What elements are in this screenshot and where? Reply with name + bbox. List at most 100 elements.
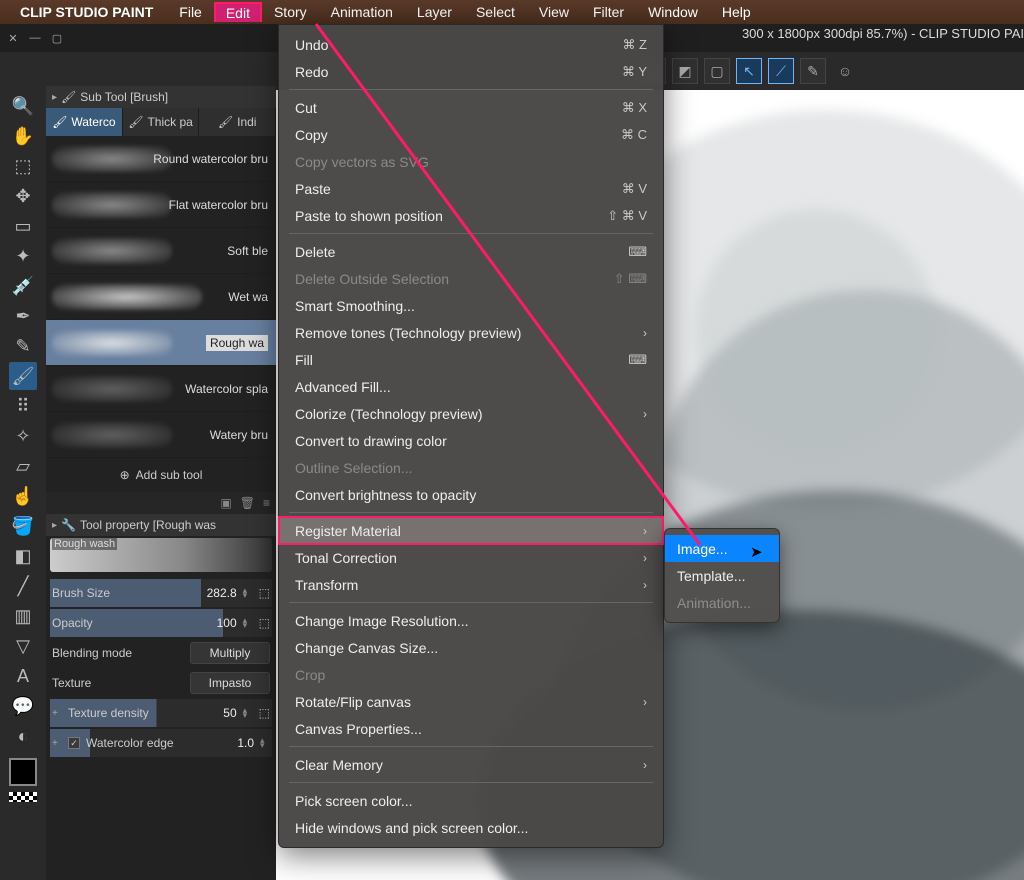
- brush-watercolor-splash[interactable]: Watercolor spla: [46, 366, 276, 412]
- brush-tool-icon[interactable]: 🖌: [9, 362, 37, 390]
- eraser-tool-icon[interactable]: ▱: [9, 452, 37, 480]
- texture-dropdown[interactable]: Impasto: [190, 672, 270, 694]
- move-tool-icon[interactable]: ✥: [9, 182, 37, 210]
- link-icon[interactable]: ⬚: [259, 706, 270, 720]
- tool-property-header[interactable]: ▸ 🔧 Tool property [Rough was: [46, 514, 276, 536]
- menu-item-undo[interactable]: Undo⌘ Z: [279, 31, 663, 58]
- menu-item-paste[interactable]: Paste⌘ V: [279, 175, 663, 202]
- wand-tool-icon[interactable]: ✦: [9, 242, 37, 270]
- stepper-icon[interactable]: ▴▾: [260, 738, 270, 748]
- prop-opacity[interactable]: Opacity 100 ▴▾ ⬚: [46, 608, 276, 638]
- menu-item-paste-to-shown-position[interactable]: Paste to shown position⇧ ⌘ V: [279, 202, 663, 229]
- tab-watercolor[interactable]: 🖌Waterco: [46, 108, 123, 136]
- blend-tool-icon[interactable]: ☝: [9, 482, 37, 510]
- add-sub-tool-button[interactable]: ⊕ Add sub tool: [46, 458, 276, 492]
- watercolor-edge-checkbox[interactable]: ✓: [68, 737, 80, 749]
- tab-thick-paint[interactable]: 🖌Thick pa: [123, 108, 200, 136]
- prop-brush-size[interactable]: Brush Size 282.8 ▴▾ ⬚: [46, 578, 276, 608]
- submenu-item-image[interactable]: Image...: [665, 535, 779, 562]
- menu-item-pick-screen-color[interactable]: Pick screen color...: [279, 787, 663, 814]
- link-icon[interactable]: ⬚: [259, 616, 270, 630]
- menu-item-convert-to-drawing-color[interactable]: Convert to drawing color: [279, 427, 663, 454]
- menu-item-smart-smoothing[interactable]: Smart Smoothing...: [279, 292, 663, 319]
- prop-watercolor-edge[interactable]: + ✓ Watercolor edge 1.0 ▴▾: [46, 728, 276, 758]
- menu-item-delete[interactable]: Delete⌨: [279, 238, 663, 265]
- menu-item-change-canvas-size[interactable]: Change Canvas Size...: [279, 634, 663, 661]
- text-tool-icon[interactable]: A: [9, 662, 37, 690]
- menu-item-transform[interactable]: Transform›: [279, 571, 663, 598]
- blending-mode-dropdown[interactable]: Multiply: [190, 642, 270, 664]
- figure-tool-icon[interactable]: ╱: [9, 572, 37, 600]
- menu-item-register-material[interactable]: Register Material›: [279, 517, 663, 544]
- menu-item-cut[interactable]: Cut⌘ X: [279, 94, 663, 121]
- menu-item-change-image-resolution[interactable]: Change Image Resolution...: [279, 607, 663, 634]
- brush-flat-watercolor[interactable]: Flat watercolor bru: [46, 182, 276, 228]
- brush-round-watercolor[interactable]: Round watercolor bru: [46, 136, 276, 182]
- brush-soft-bleed[interactable]: Soft ble: [46, 228, 276, 274]
- menu-edit[interactable]: Edit: [214, 2, 262, 22]
- menu-item-redo[interactable]: Redo⌘ Y: [279, 58, 663, 85]
- maximize-icon[interactable]: ▢: [50, 31, 64, 45]
- toolbar-btn-5[interactable]: ⟋: [768, 58, 794, 84]
- menu-animation[interactable]: Animation: [319, 1, 405, 23]
- decoration-tool-icon[interactable]: ✧: [9, 422, 37, 450]
- menu-help[interactable]: Help: [710, 1, 763, 23]
- close-icon[interactable]: ✕: [6, 31, 20, 45]
- toolbar-btn-6[interactable]: ✎: [800, 58, 826, 84]
- toolbar-btn-2[interactable]: ◩: [672, 58, 698, 84]
- menu-item-advanced-fill[interactable]: Advanced Fill...: [279, 373, 663, 400]
- toolbar-btn-3[interactable]: ▢: [704, 58, 730, 84]
- pen-tool-icon[interactable]: ✒: [9, 302, 37, 330]
- airbrush-tool-icon[interactable]: ⠿: [9, 392, 37, 420]
- gradient-tool-icon[interactable]: ◧: [9, 542, 37, 570]
- expand-icon[interactable]: +: [52, 708, 62, 719]
- brush-rough-wash[interactable]: Rough wa: [46, 320, 276, 366]
- link-icon[interactable]: ⬚: [259, 586, 270, 600]
- brush-wet-wash[interactable]: Wet wa: [46, 274, 276, 320]
- menu-icon[interactable]: ≡: [263, 496, 270, 510]
- menu-window[interactable]: Window: [636, 1, 710, 23]
- fill-tool-icon[interactable]: 🪣: [9, 512, 37, 540]
- menu-item-canvas-properties[interactable]: Canvas Properties...: [279, 715, 663, 742]
- prop-texture-density[interactable]: + Texture density 50 ▴▾ ⬚: [46, 698, 276, 728]
- menu-view[interactable]: View: [527, 1, 581, 23]
- stepper-icon[interactable]: ▴▾: [243, 618, 253, 628]
- eyedropper-tool-icon[interactable]: 💉: [9, 272, 37, 300]
- menu-item-hide-windows-and-pick-screen-color[interactable]: Hide windows and pick screen color...: [279, 814, 663, 841]
- toolbar-btn-4[interactable]: ↖: [736, 58, 762, 84]
- frame-tool-icon[interactable]: ▥: [9, 602, 37, 630]
- object-tool-icon[interactable]: ⬚: [9, 152, 37, 180]
- menu-item-convert-brightness-to-opacity[interactable]: Convert brightness to opacity: [279, 481, 663, 508]
- marquee-tool-icon[interactable]: ▭: [9, 212, 37, 240]
- tab-india-ink[interactable]: 🖌Indi: [199, 108, 276, 136]
- hand-tool-icon[interactable]: ✋: [9, 122, 37, 150]
- menu-item-tonal-correction[interactable]: Tonal Correction›: [279, 544, 663, 571]
- menu-item-rotate-flip-canvas[interactable]: Rotate/Flip canvas›: [279, 688, 663, 715]
- trash-icon[interactable]: 🗑: [240, 496, 255, 510]
- menu-item-clear-memory[interactable]: Clear Memory›: [279, 751, 663, 778]
- menu-select[interactable]: Select: [464, 1, 527, 23]
- menu-layer[interactable]: Layer: [405, 1, 464, 23]
- correction-tool-icon[interactable]: ◐: [9, 722, 37, 750]
- stepper-icon[interactable]: ▴▾: [243, 588, 253, 598]
- brush-watery[interactable]: Watery bru: [46, 412, 276, 458]
- subtool-panel-header[interactable]: ▸ 🖌 Sub Tool [Brush]: [46, 86, 276, 108]
- stepper-icon[interactable]: ▴▾: [243, 708, 253, 718]
- zoom-tool-icon[interactable]: 🔍: [9, 92, 37, 120]
- duplicate-icon[interactable]: ▣: [220, 496, 231, 510]
- menu-item-fill[interactable]: Fill⌨: [279, 346, 663, 373]
- expand-icon[interactable]: +: [52, 738, 62, 749]
- transparent-color-swatch[interactable]: [9, 792, 37, 802]
- balloon-tool-icon[interactable]: 💬: [9, 692, 37, 720]
- minimize-icon[interactable]: —: [28, 31, 42, 45]
- menu-item-remove-tones-technology-preview[interactable]: Remove tones (Technology preview)›: [279, 319, 663, 346]
- foreground-color-swatch[interactable]: [9, 758, 37, 786]
- menu-file[interactable]: File: [167, 1, 214, 23]
- menu-item-colorize-technology-preview[interactable]: Colorize (Technology preview)›: [279, 400, 663, 427]
- menu-story[interactable]: Story: [262, 1, 319, 23]
- menu-filter[interactable]: Filter: [581, 1, 636, 23]
- submenu-item-template[interactable]: Template...: [665, 562, 779, 589]
- toolbar-btn-7[interactable]: ☺: [832, 58, 858, 84]
- menu-item-copy[interactable]: Copy⌘ C: [279, 121, 663, 148]
- ruler-tool-icon[interactable]: ▽: [9, 632, 37, 660]
